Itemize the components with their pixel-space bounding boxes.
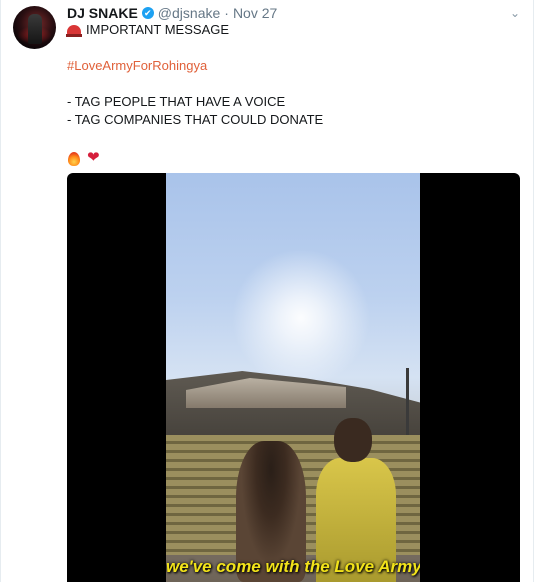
pole xyxy=(406,368,409,438)
chevron-down-icon[interactable]: ⌄ xyxy=(506,6,524,20)
author-handle[interactable]: @djsnake xyxy=(158,5,220,21)
separator: · xyxy=(224,5,229,21)
fire-icon xyxy=(67,150,81,166)
heart-icon: ❤ xyxy=(87,149,100,166)
tag-people-line: - TAG PEOPLE THAT HAVE A VOICE xyxy=(67,94,286,109)
video-frame[interactable]: we've come with the Love Army xyxy=(166,173,420,582)
video-player[interactable]: we've come with the Love Army xyxy=(67,173,520,582)
timestamp[interactable]: Nov 27 xyxy=(233,5,277,21)
video-caption: we've come with the Love Army xyxy=(166,557,420,576)
hashtag-line: #LoveArmyForRohingya xyxy=(67,57,517,75)
important-text: IMPORTANT MESSAGE xyxy=(86,22,230,37)
child-head xyxy=(334,418,372,462)
tweet[interactable]: DJ SNAKE ✔ @djsnake · Nov 27 ⌄ IMPORTANT… xyxy=(0,0,534,582)
verified-badge-icon: ✔ xyxy=(141,7,154,19)
avatar[interactable] xyxy=(13,6,56,49)
emoji-row: ❤ xyxy=(67,147,517,169)
tag-companies-line: - TAG COMPANIES THAT COULD DONATE xyxy=(67,112,324,127)
tweet-text: IMPORTANT MESSAGE #LoveArmyForRohingya -… xyxy=(66,21,517,169)
police-light-icon xyxy=(66,25,82,37)
author-name[interactable]: DJ SNAKE xyxy=(67,5,138,21)
avatar-figure xyxy=(28,14,42,44)
tweet-header: DJ SNAKE ✔ @djsnake · Nov 27 xyxy=(67,4,277,22)
important-line: IMPORTANT MESSAGE xyxy=(66,21,517,39)
hashtag-link[interactable]: #LoveArmyForRohingya xyxy=(67,58,207,73)
sun-glare xyxy=(226,243,376,393)
